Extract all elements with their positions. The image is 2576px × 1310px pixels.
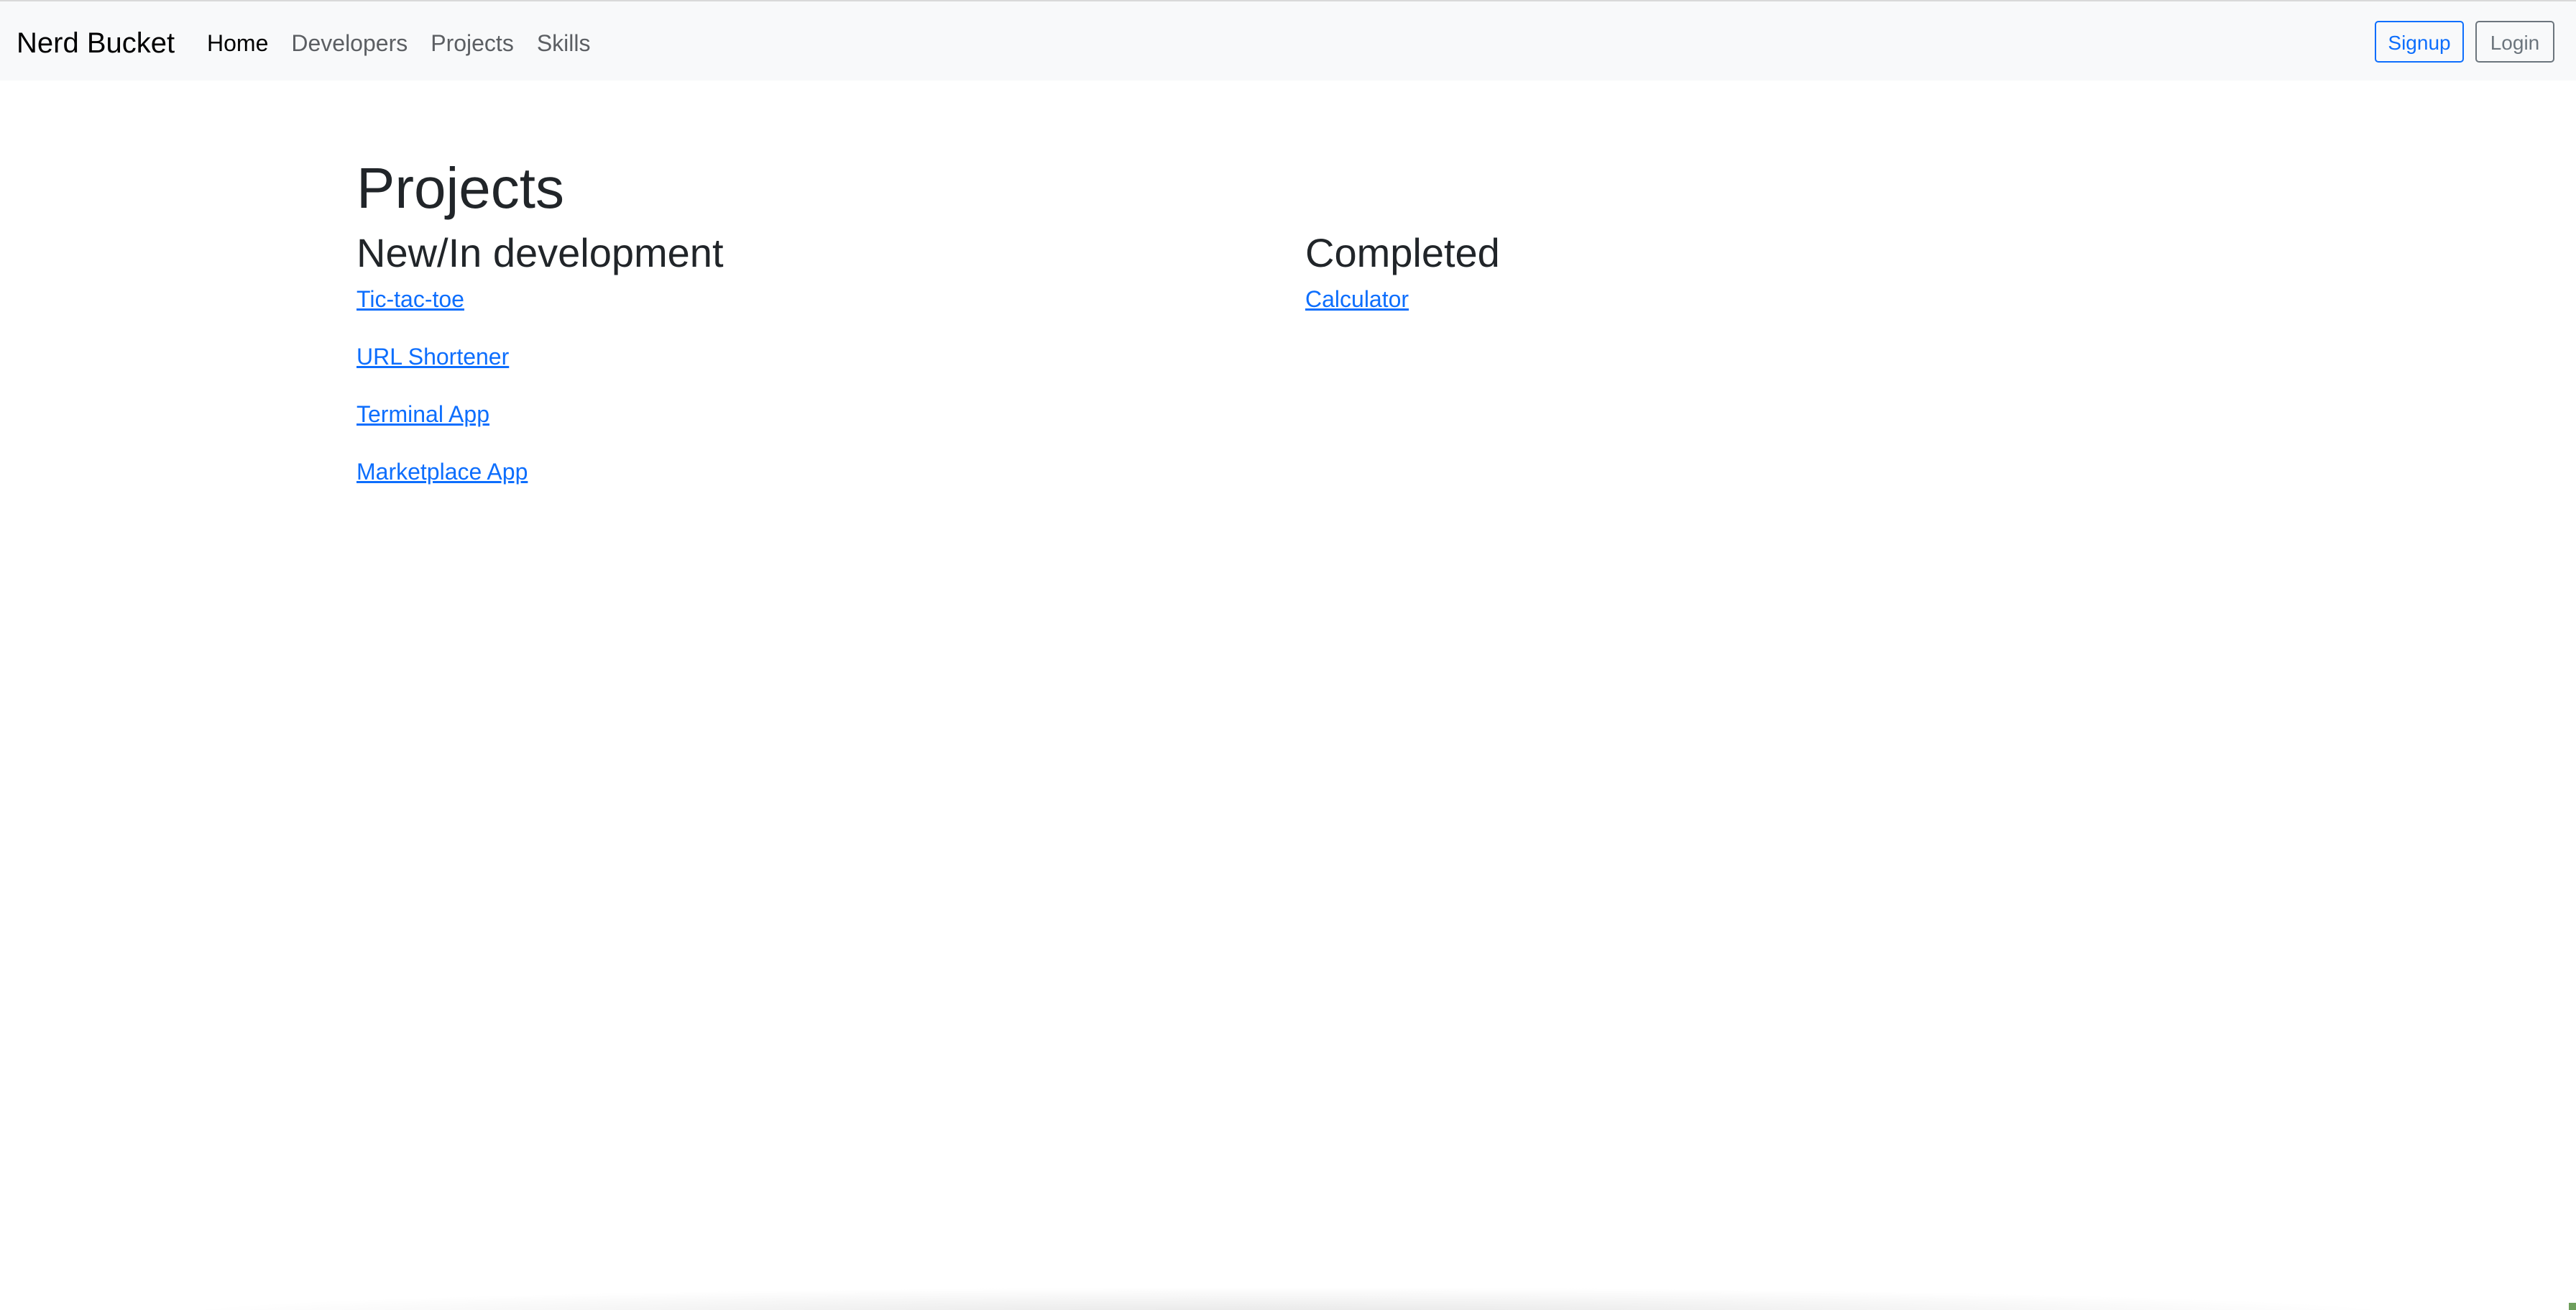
browser-viewport: Nerd Bucket Home Developers Projects Ski… (0, 0, 2576, 1310)
nav-link-home[interactable]: Home (207, 29, 268, 58)
nav-link-projects[interactable]: Projects (431, 29, 514, 58)
nav-link-skills[interactable]: Skills (537, 29, 591, 58)
nav-link-developers[interactable]: Developers (291, 29, 408, 58)
brand-link[interactable]: Nerd Bucket (17, 26, 175, 60)
in-development-section: New/In development Tic-tac-toe URL Short… (356, 229, 1305, 515)
completed-heading: Completed (1305, 230, 1500, 275)
in-development-heading: New/In development (356, 230, 724, 275)
signup-button[interactable]: Signup (2375, 21, 2464, 63)
page-title: Projects (356, 156, 564, 220)
project-link-terminal-app[interactable]: Terminal App (356, 400, 489, 429)
project-link-calculator[interactable]: Calculator (1305, 285, 1409, 313)
window-bottom-shadow (144, 1287, 2432, 1310)
project-link-tic-tac-toe[interactable]: Tic-tac-toe (356, 285, 464, 313)
project-link-marketplace-app[interactable]: Marketplace App (356, 457, 528, 486)
project-link-url-shortener[interactable]: URL Shortener (356, 342, 509, 371)
login-button[interactable]: Login (2475, 21, 2554, 63)
navbar: Nerd Bucket Home Developers Projects Ski… (0, 1, 2576, 81)
in-development-list: Tic-tac-toe URL Shortener Terminal App M… (356, 285, 1305, 486)
completed-section: Completed Calculator (1305, 229, 2254, 342)
desktop-corner (2569, 1303, 2576, 1310)
nav-links: Home Developers Projects Skills (207, 29, 613, 58)
completed-list: Calculator (1305, 285, 2254, 313)
